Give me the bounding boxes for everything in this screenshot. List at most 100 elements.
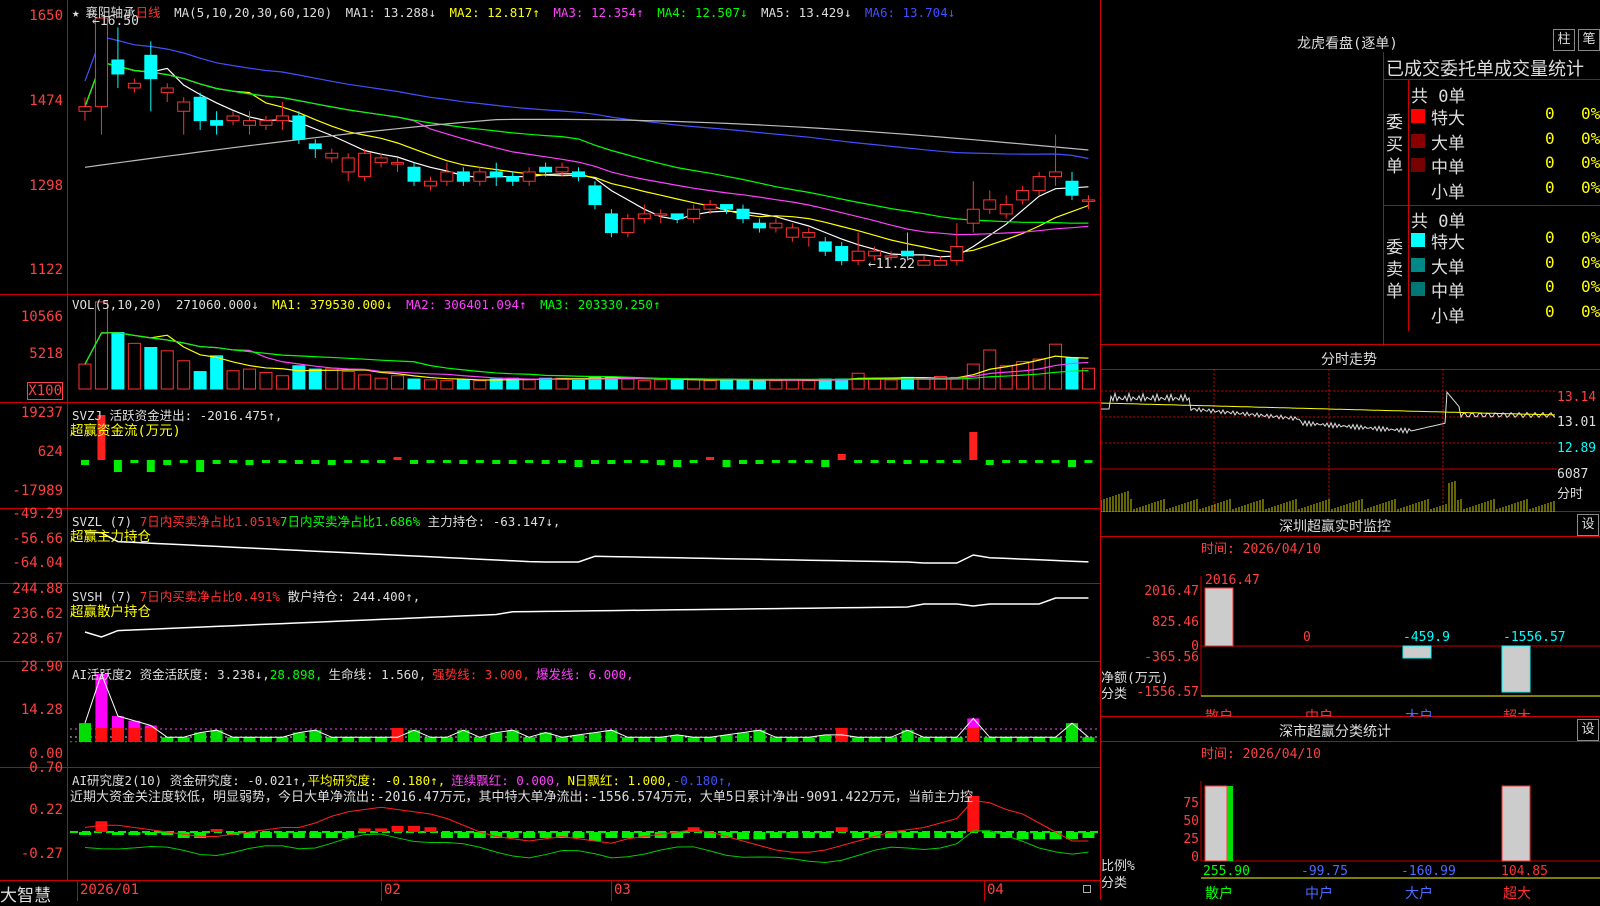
intraday-panel[interactable]: 分时走势 13.14 13.01 12.89 6087 分时 (1101, 345, 1600, 512)
intraday-title: 分时走势 (1321, 352, 1377, 368)
dragon-tabs[interactable]: 已成交委托单成交量统计 (1386, 55, 1584, 81)
order-size-label: 小单 (1431, 182, 1465, 203)
research-bar (1016, 832, 1029, 840)
candle (506, 176, 520, 182)
chart-area[interactable]: 1650 1474 1298 1122 ←16.50 ←11.22 ★ 襄阳轴承日线 MA… (0, 0, 1100, 906)
activity-bar (227, 737, 240, 742)
intraday-chart[interactable] (1101, 369, 1600, 512)
order-size-label: 大单 (1431, 257, 1465, 278)
research-bar (424, 827, 437, 832)
svzl-panel[interactable]: -49.29 -56.66 -64.04 SVZL (7) 7日内买卖净占比1.05… (0, 506, 1100, 584)
volume-bar (210, 355, 224, 390)
candlestick-chart[interactable]: ←16.50←11.22 (0, 0, 1100, 295)
vol-ma2: MA2: 306401.094↑ (406, 297, 527, 312)
ma6-value: MA6: 13.704↓ (864, 5, 956, 20)
tick-view-button[interactable]: 笔 (1578, 29, 1600, 51)
ma-line (84, 118, 1089, 168)
settings-button[interactable]: 设 (1577, 719, 1599, 741)
volume-bar (94, 301, 108, 390)
flow-bar (739, 460, 747, 464)
lock-icon[interactable] (1083, 885, 1091, 893)
activity-bar (79, 723, 91, 742)
flow-bar (541, 460, 550, 464)
ai-activity-header: AI活跃度2 资金活跃度: 3.238↓,28.898, 生命线: 1.560, 强… (72, 664, 640, 683)
flow-bar (854, 460, 863, 463)
activity-bar (654, 737, 667, 742)
category-label: 超大 (1503, 709, 1531, 717)
order-count: 0 (1545, 128, 1555, 148)
axis-tick-label: 25 (1183, 832, 1199, 847)
class-value: 104.85 (1501, 864, 1548, 879)
flow-bar (837, 454, 846, 460)
research-bar (588, 832, 601, 841)
strong-bar (144, 728, 157, 742)
flow-bar (590, 460, 599, 464)
candle (440, 171, 454, 182)
tab-orders[interactable]: 委托单 (1440, 59, 1494, 80)
flow-bar (919, 460, 928, 463)
volume-bar (423, 379, 437, 390)
tab-volume[interactable]: 成交量 (1494, 59, 1548, 80)
tab-stats[interactable]: 统计 (1548, 59, 1584, 80)
tab-executed[interactable]: 已成交 (1386, 59, 1440, 80)
candle (226, 115, 240, 122)
volume-bar (440, 380, 454, 390)
flow-bar (804, 460, 813, 463)
ai-activity-panel[interactable]: 28.90 14.28 0.00 AI活跃度2 资金活跃度: 3.238↓,28.8… (0, 659, 1100, 768)
candle (391, 162, 405, 165)
flow-bar (1035, 460, 1044, 463)
flow-bar (640, 460, 649, 463)
order-size-label: 特大 (1431, 233, 1465, 253)
axis-tick-label: 2016.47 (1144, 584, 1199, 599)
date-label: 04 (987, 882, 1004, 898)
candle (1065, 180, 1079, 196)
svzj-panel[interactable]: 19237 624 -17989 SVZJ 活跃资金进出: -2016.475↑, … (0, 403, 1100, 509)
ma4-value: MA4: 12.507↓ (657, 5, 748, 20)
flow-bar (1018, 460, 1027, 463)
svsh-panel[interactable]: 244.88 236.62 228.67 SVSH (7) 7日内买卖净占比0.49… (0, 581, 1100, 662)
activity-bar (424, 737, 437, 742)
bar-view-button[interactable]: 柱 (1553, 29, 1575, 51)
research-line (84, 799, 1089, 853)
candle (325, 152, 339, 159)
favorite-star-icon[interactable]: ★ (72, 5, 80, 20)
svzl-position: 主力持仓: -63.147↓, (427, 514, 561, 529)
volume-bar (325, 367, 339, 390)
svzl-ratio1: 7日内买卖净占比1.051% (139, 514, 280, 529)
candle (752, 222, 766, 229)
settings-button[interactable]: 设 (1577, 514, 1599, 536)
research-bar (1066, 832, 1078, 840)
activity-bar (950, 737, 963, 742)
research-bar (852, 832, 865, 838)
research-bar (1049, 832, 1062, 840)
volume-bar (917, 377, 931, 390)
activity-bar (638, 737, 651, 742)
flow-bar (327, 460, 336, 465)
period-label[interactable]: 日线 (136, 5, 161, 20)
candle (358, 152, 372, 178)
research-bar (1082, 832, 1095, 838)
date-label: 2026/01 (80, 882, 140, 898)
volume-panel[interactable]: 10566 5218 X100 VOL(5,10,20) 271060.000↓ M… (0, 295, 1100, 403)
volume-bar (1065, 356, 1079, 390)
vol-label: VOL(5,10,20) (72, 297, 163, 312)
order-percent: 0% (1581, 252, 1600, 272)
candle (769, 222, 783, 229)
candle (703, 204, 717, 210)
flow-bar (163, 460, 172, 465)
svzl-ratio2: 7日内买卖净占比1.686% (279, 514, 421, 529)
volume-bar (177, 360, 191, 390)
flow-bar (81, 460, 89, 465)
axis-tick-label: 50 (1183, 814, 1199, 829)
ai-research-panel[interactable]: 0.70 0.22 -0.27 AI研究度2(10) 资金研究度: -0.021↑,… (0, 760, 1100, 880)
research-bar (934, 832, 947, 838)
kline-panel[interactable]: 1650 1474 1298 1122 ←16.50 ←11.22 ★ 襄阳轴承日线 MA… (0, 0, 1100, 295)
activity-bar (556, 737, 569, 742)
activity-bar (1082, 737, 1095, 742)
flow-bar (821, 460, 830, 467)
flow-bar (952, 460, 961, 463)
candle (670, 213, 684, 220)
order-percent: 0% (1581, 104, 1600, 123)
volume-bar (473, 380, 487, 390)
axis-tick-label: -1556.57 (1136, 685, 1199, 700)
